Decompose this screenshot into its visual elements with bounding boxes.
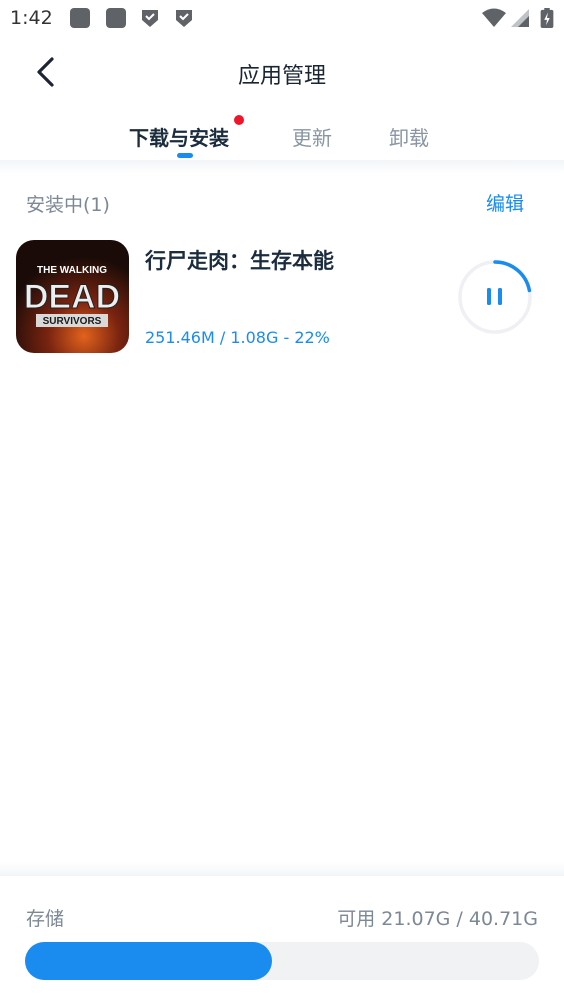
notification-icon bbox=[106, 8, 126, 28]
shield-check-icon bbox=[142, 10, 158, 27]
app-icon-text-bottom: SURVIVORS bbox=[43, 316, 102, 327]
app-icon: THE WALKING DEAD SURVIVORS bbox=[16, 240, 129, 353]
pause-icon bbox=[487, 288, 502, 305]
storage-bar bbox=[25, 942, 539, 980]
storage-label: 存储 bbox=[26, 908, 65, 930]
wifi-icon bbox=[482, 8, 506, 27]
pause-button[interactable] bbox=[456, 258, 534, 336]
page-title: 应用管理 bbox=[237, 64, 326, 89]
footer-divider bbox=[0, 862, 564, 876]
status-bar: 1:42 bbox=[0, 0, 564, 40]
tab-divider bbox=[0, 160, 564, 174]
status-time: 1:42 bbox=[10, 7, 53, 29]
notification-icon bbox=[70, 8, 90, 28]
download-progress-arc bbox=[493, 260, 532, 293]
battery-charging-icon bbox=[540, 8, 554, 28]
tab-badge-dot bbox=[234, 115, 244, 125]
edit-button[interactable]: 编辑 bbox=[486, 189, 524, 216]
shield-check-icon bbox=[176, 10, 192, 27]
storage-bar-fill bbox=[25, 942, 272, 980]
download-progress-text: 251.46M / 1.08G - 22% bbox=[145, 328, 330, 347]
signal-icon bbox=[511, 9, 529, 27]
app-name: 行尸走肉：生存本能 bbox=[145, 249, 334, 273]
tab-active-indicator bbox=[177, 153, 193, 158]
tab-uninstall[interactable]: 卸载 bbox=[389, 122, 429, 151]
tab-downloads-installs[interactable]: 下载与安装 bbox=[129, 122, 229, 151]
storage-value: 可用 21.07G / 40.71G bbox=[337, 908, 538, 930]
tab-updates[interactable]: 更新 bbox=[292, 122, 332, 151]
app-icon-text-main: DEAD bbox=[24, 278, 120, 316]
section-title: 安装中(1) bbox=[26, 194, 110, 216]
app-icon-text-top: THE WALKING bbox=[37, 265, 107, 276]
